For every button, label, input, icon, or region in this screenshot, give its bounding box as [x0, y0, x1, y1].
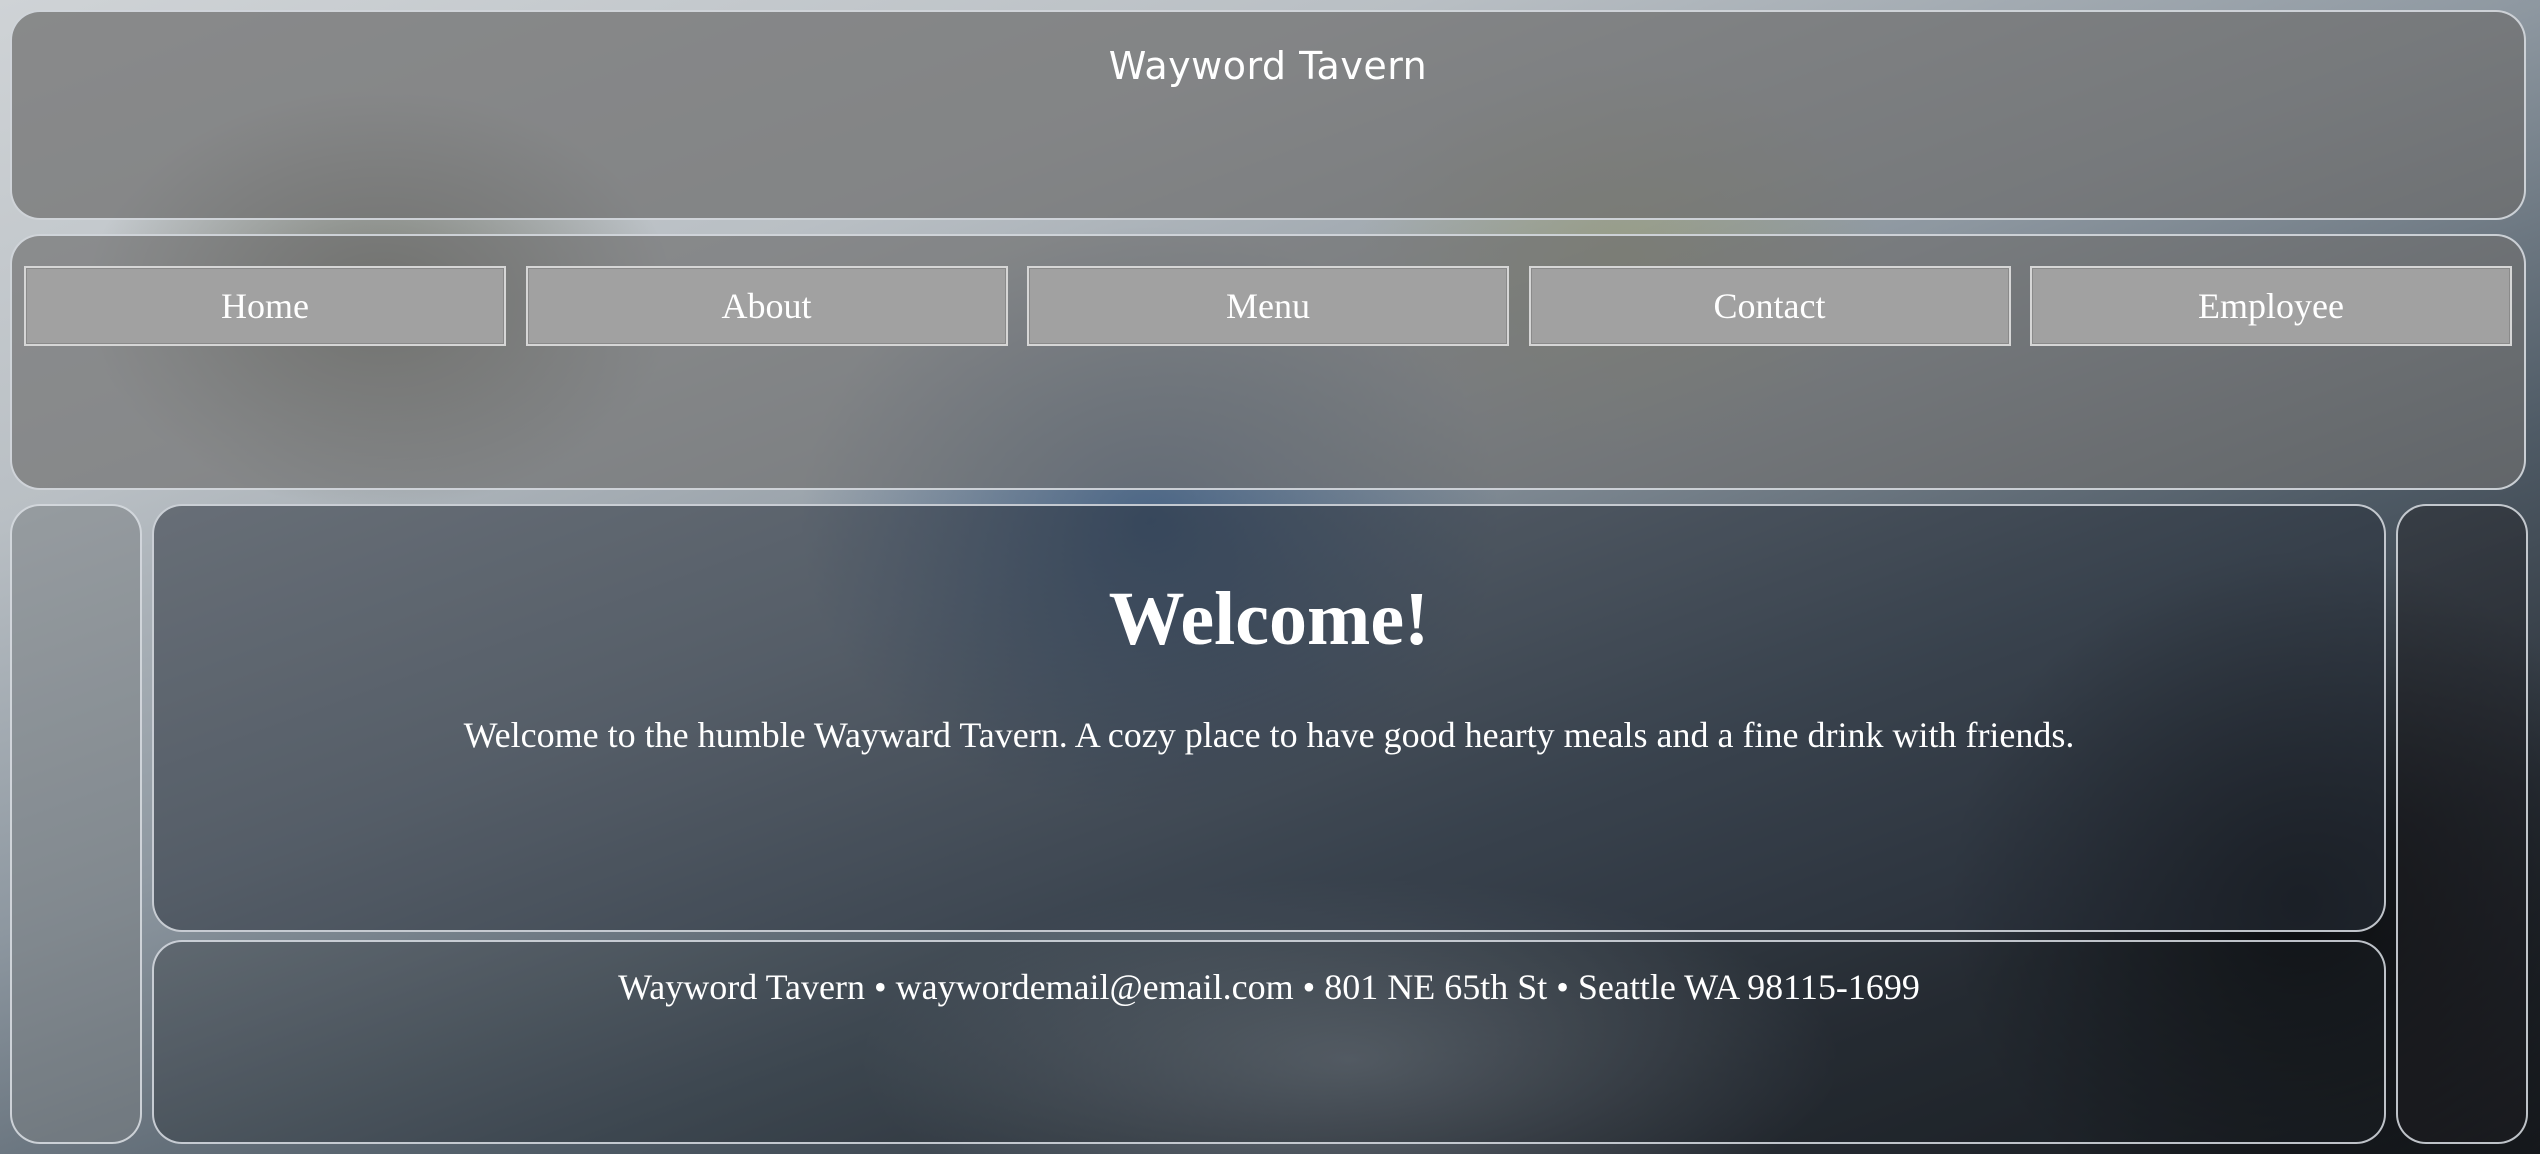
left-sidebar: [10, 504, 142, 1144]
main-navigation: Home About Menu Contact Employee: [10, 234, 2526, 490]
right-sidebar: [2396, 504, 2528, 1144]
main-content: Welcome! Welcome to the humble Wayward T…: [152, 504, 2386, 932]
nav-about-button[interactable]: About: [525, 266, 1008, 346]
nav-home-button[interactable]: Home: [24, 266, 506, 346]
nav-menu-button[interactable]: Menu: [1027, 266, 1509, 346]
welcome-text: Welcome to the humble Wayward Tavern. A …: [463, 715, 2075, 755]
site-header: Wayword Tavern: [10, 10, 2526, 220]
site-title: Wayword Tavern: [1108, 44, 1428, 88]
nav-contact-button[interactable]: Contact: [1528, 266, 2011, 346]
nav-employee-button[interactable]: Employee: [2030, 266, 2512, 346]
footer-contact-info: Wayword Tavern • waywordemail@email.com …: [618, 967, 1920, 1007]
site-footer: Wayword Tavern • waywordemail@email.com …: [152, 940, 2386, 1144]
welcome-heading: Welcome!: [1108, 577, 1430, 661]
nav-button-row: Home About Menu Contact Employee: [24, 266, 2512, 346]
